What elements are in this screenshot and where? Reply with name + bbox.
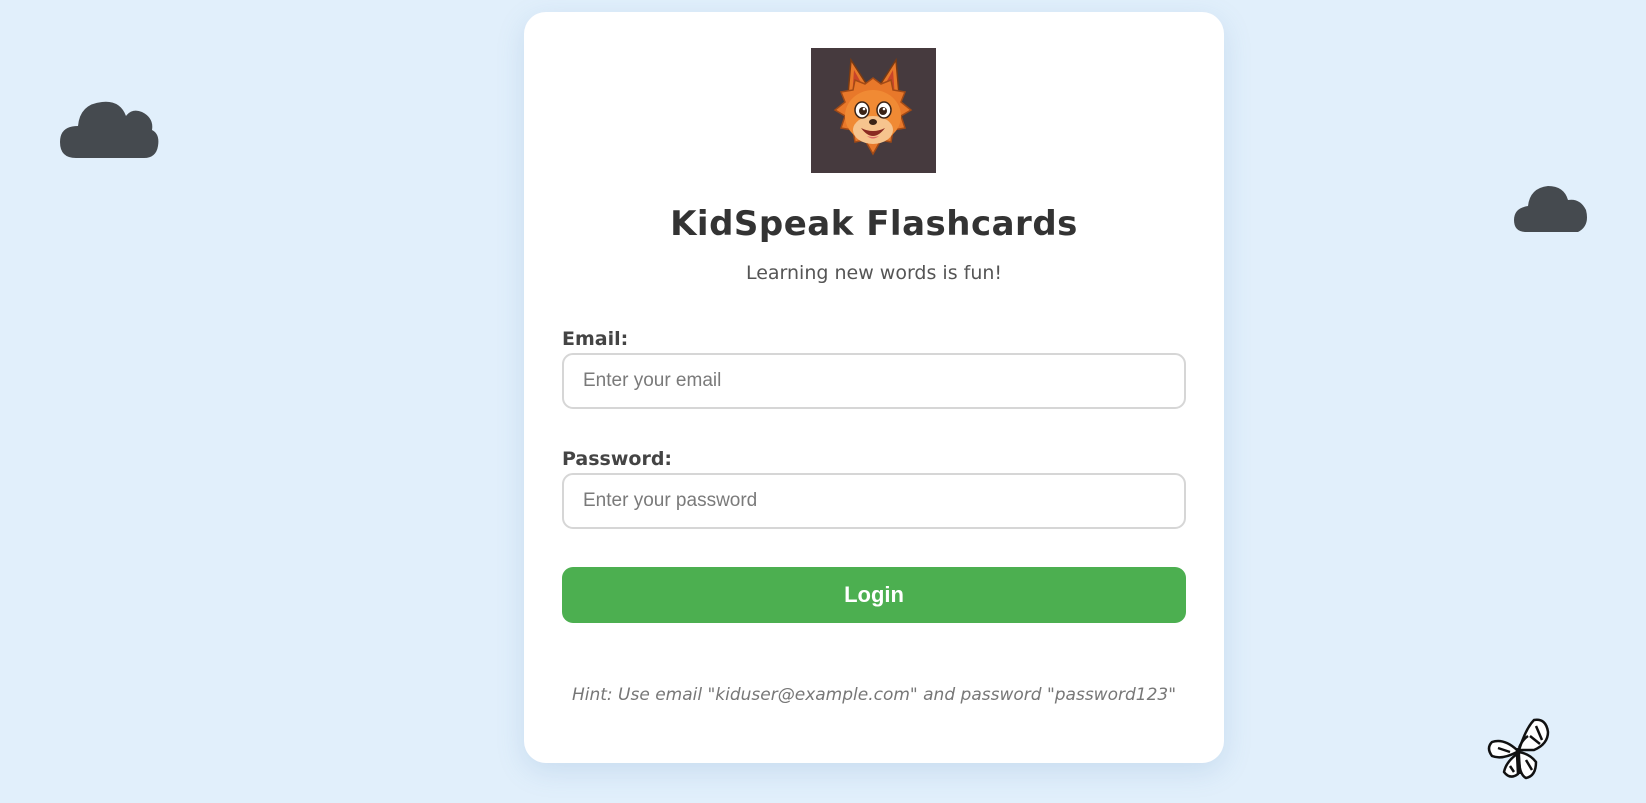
app-title: KidSpeak Flashcards [670, 204, 1078, 244]
butterfly-icon [1487, 718, 1550, 780]
app-subtitle: Learning new words is fun! [745, 262, 1003, 284]
password-field[interactable] [562, 473, 1186, 529]
cloud-icon [1514, 186, 1587, 232]
login-button[interactable]: Login [562, 567, 1186, 623]
login-page: KidSpeak Flashcards Learning new words i… [0, 0, 1646, 803]
login-card: KidSpeak Flashcards Learning new words i… [524, 12, 1224, 763]
email-field[interactable] [562, 353, 1186, 409]
fox-mascot-icon [833, 57, 913, 156]
password-label: Password: [562, 448, 673, 470]
cloud-icon [60, 101, 159, 158]
login-hint: Hint: Use email "kiduser@example.com" an… [571, 685, 1177, 705]
fox-mascot-logo [811, 48, 936, 173]
email-label: Email: [562, 328, 629, 350]
